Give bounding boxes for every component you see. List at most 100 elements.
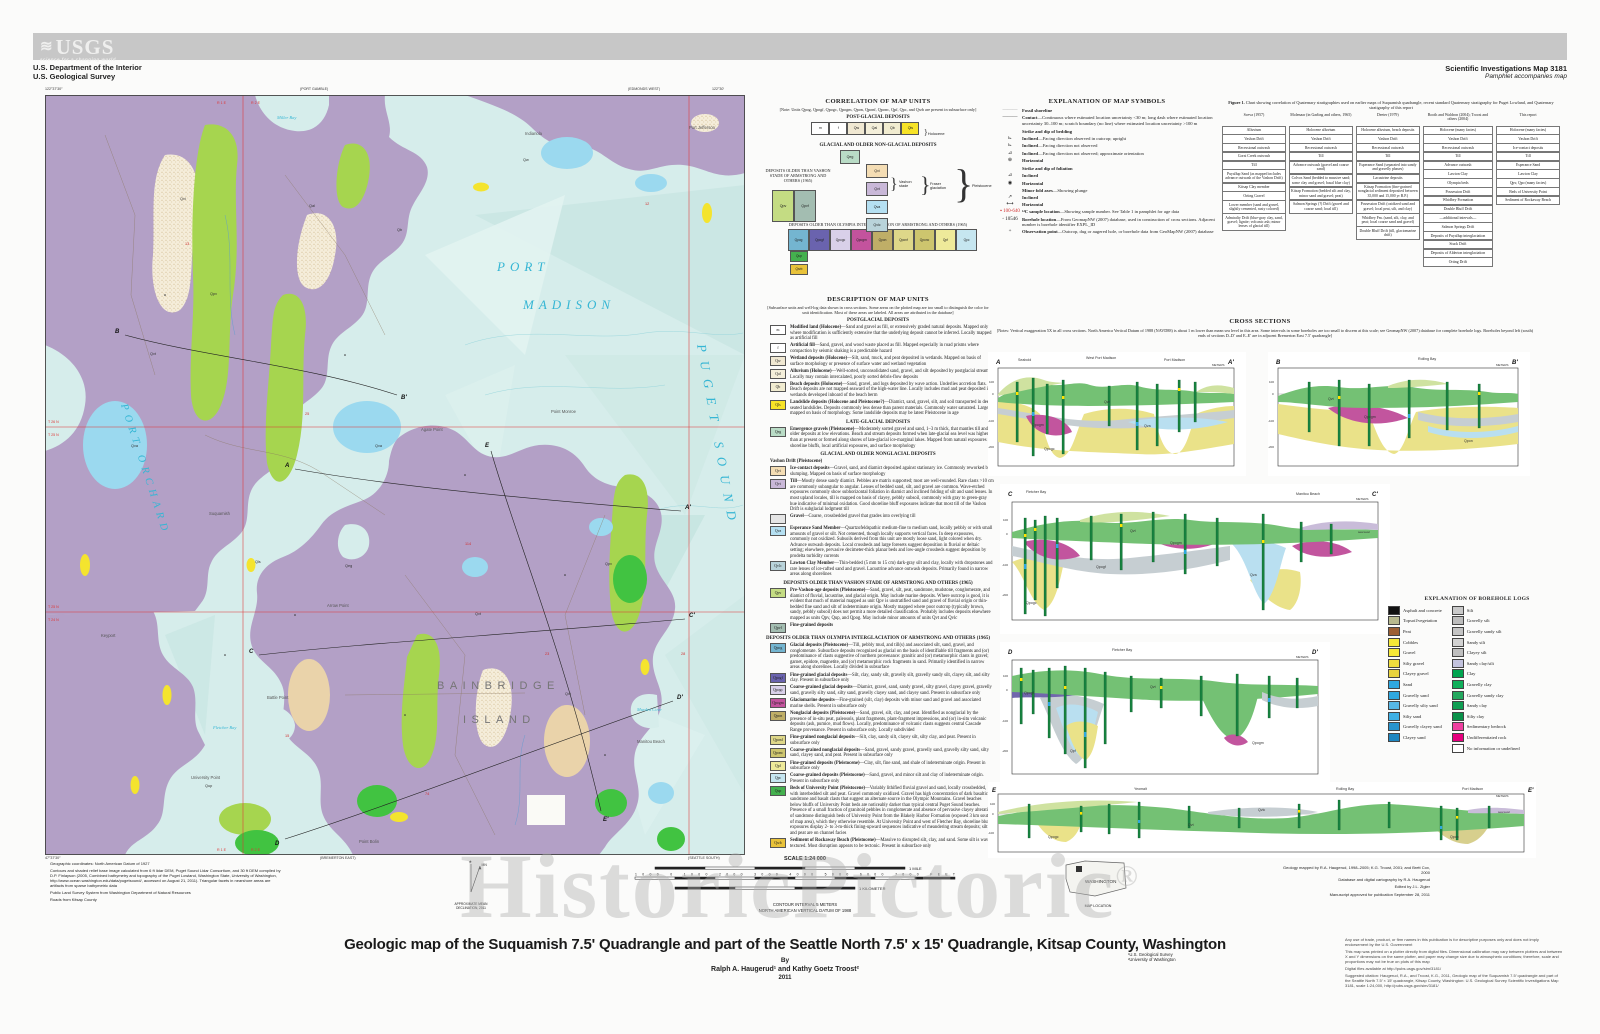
unit-box: Qsrb bbox=[790, 264, 808, 275]
svg-text:74: 74 bbox=[425, 792, 429, 796]
svg-text:Qvlc: Qvlc bbox=[1258, 808, 1265, 812]
svg-text:Qpogm: Qpogm bbox=[1032, 423, 1044, 427]
svg-text:Qvt: Qvt bbox=[1188, 823, 1194, 827]
legend-row: Silty clay bbox=[1452, 711, 1520, 722]
neighbor-bottom-left: (BREMERTON EAST) bbox=[320, 856, 356, 860]
svg-text:Qpogm: Qpogm bbox=[1170, 541, 1182, 545]
legend-row: Sedimentary bedrock bbox=[1452, 722, 1520, 733]
svg-text:Indianola: Indianola bbox=[525, 131, 543, 136]
unit-box: Qpog bbox=[788, 229, 809, 251]
locator-caption: MAP LOCATION bbox=[1063, 904, 1133, 908]
vashon-diagram: Qeg QviQvtQvaQvlc } Vashon stade } Frase… bbox=[762, 150, 994, 222]
svg-text:Rolling Bay: Rolling Bay bbox=[1336, 787, 1354, 791]
base-credits: Geographic coordinates: North American D… bbox=[50, 862, 285, 906]
section-endpoint: A′ bbox=[684, 505, 691, 511]
svg-text:12: 12 bbox=[645, 202, 649, 206]
unit-box: Qpvf bbox=[794, 190, 816, 222]
unit-box: Qpf bbox=[935, 229, 956, 251]
svg-text:Seabold: Seabold bbox=[1018, 358, 1031, 362]
svg-text:Qvt: Qvt bbox=[1150, 685, 1156, 689]
symbol-glyph-icon: ——— bbox=[998, 115, 1022, 126]
map-unit-entry: Gravel—Coarse, crossbedded gravel that g… bbox=[762, 514, 994, 524]
svg-text:A: A bbox=[995, 360, 1000, 366]
svg-text:100: 100 bbox=[1269, 380, 1274, 384]
island-label: ISLAND bbox=[463, 714, 536, 726]
svg-text:100: 100 bbox=[1003, 518, 1008, 522]
unit-chip: Qsrb bbox=[770, 838, 786, 848]
symbol-glyph-icon bbox=[998, 188, 1022, 193]
section-endpoint: C bbox=[249, 649, 254, 655]
water-label-fletcher-bay: Fletcher Bay bbox=[212, 725, 236, 730]
author-footnotes: ¹U.S. Geological Survey ²University of W… bbox=[1128, 952, 1176, 962]
heading-older-olympia: DEPOSITS OLDER THAN OLYMPIA INTERGLACIAT… bbox=[762, 636, 994, 641]
fine-print-line: Any use of trade, product, or firm names… bbox=[1345, 938, 1563, 948]
legend-swatch bbox=[1388, 648, 1400, 657]
credit-line: Roads from Kitsap County bbox=[50, 898, 285, 903]
legend-row: Sandy clay bbox=[1452, 700, 1520, 711]
unit-chip: Qpogc bbox=[770, 685, 786, 695]
credit-line: Geographic coordinates: North American D… bbox=[50, 862, 285, 867]
title-block: Geologic map of the Suquamish 7.5' Quadr… bbox=[300, 936, 1270, 981]
svg-text:0: 0 bbox=[992, 812, 994, 816]
header-band bbox=[33, 33, 1567, 60]
map-unit-entry: QpcCoarse-grained deposits (Pleistocene)… bbox=[762, 773, 994, 784]
figure1-col-thisreport: This report Holocene (many facies)Vashon… bbox=[1496, 113, 1560, 205]
heading-vashon: Vashon Drift (Pleistocene) bbox=[770, 459, 994, 465]
unit-box: Qal bbox=[865, 122, 883, 135]
map-unit-entry: QupBeds of University Point (Pleistocene… bbox=[762, 786, 994, 836]
fine-print: Any use of trade, product, or firm names… bbox=[1345, 938, 1563, 991]
legend-row: Sandy clay/silt bbox=[1452, 658, 1520, 669]
figure1-cell: Colvos Sand (bedded to massive sand; som… bbox=[1289, 174, 1353, 188]
section-endpoint: D bbox=[275, 841, 280, 847]
legend-swatch bbox=[1388, 627, 1400, 636]
map-unit-entry: QpvfFine-grained deposits bbox=[762, 623, 994, 633]
symbols-title: EXPLANATION OF MAP SYMBOLS bbox=[998, 98, 1216, 105]
svg-text:Battle Point: Battle Point bbox=[267, 695, 289, 700]
unit-chip: Qpog bbox=[770, 643, 786, 653]
svg-text:METERS: METERS bbox=[1496, 794, 1509, 798]
corner-coord-bl: 47°37′30″ bbox=[45, 856, 60, 860]
map-unit-entry: QpogfFine-grained glacial deposits—Silt,… bbox=[762, 673, 994, 684]
symbol-glyph-icon: ◉ bbox=[998, 181, 1022, 186]
svg-text:100: 100 bbox=[990, 802, 995, 806]
symbol-glyph-icon: ⟷ bbox=[998, 202, 1022, 207]
svg-text:Qvi: Qvi bbox=[180, 197, 186, 201]
legend-row: Gravelly clay bbox=[1452, 679, 1520, 690]
washington-outline-icon: WASHINGTON bbox=[1063, 858, 1129, 898]
map-unit-entry: QvlcLawton Clay Member—Thin-bedded (5 mm… bbox=[762, 561, 994, 578]
svg-text:100: 100 bbox=[989, 380, 994, 384]
usgs-logo-text: USGS bbox=[56, 35, 115, 59]
unit-chip: Qb bbox=[770, 382, 786, 392]
map-unit-entry: fArtificial fill—Sand, gravel, and wood … bbox=[762, 343, 994, 354]
authors: Ralph A. Haugerud¹ and Kathy Goetz Troos… bbox=[300, 966, 1270, 973]
legend-swatch bbox=[1452, 712, 1464, 721]
grid-label: R 2 E bbox=[251, 848, 261, 852]
svg-text:Qvt: Qvt bbox=[475, 612, 482, 616]
corner-coord-tr: 122°30′ bbox=[712, 87, 724, 91]
legend-row: Silty sand bbox=[1388, 711, 1442, 722]
svg-text:Suquamish: Suquamish bbox=[209, 511, 231, 516]
unit-box: Qw bbox=[847, 122, 865, 135]
svg-text:Port Jefferson: Port Jefferson bbox=[689, 125, 716, 130]
legend-row: Undifferentiated rock bbox=[1452, 732, 1520, 743]
survey-line: U.S. Geological Survey bbox=[33, 73, 142, 82]
section-endpoint: A bbox=[284, 463, 289, 469]
symbol-glyph-icon: ——— bbox=[998, 108, 1022, 113]
map-title: Geologic map of the Suquamish 7.5' Quadr… bbox=[300, 936, 1270, 953]
legend-swatch bbox=[1388, 701, 1400, 710]
legend-swatch bbox=[1388, 616, 1400, 625]
map-unit-entry: QalAlluvium (Holocene)—Well-sorted, unco… bbox=[762, 369, 994, 380]
svg-text:Qvt: Qvt bbox=[150, 352, 157, 356]
figure1-cell: Sediment of Rockaway Beach bbox=[1496, 196, 1560, 205]
symbol-row: ⊿Inclined—Facing direction not observed;… bbox=[998, 151, 1216, 156]
water-label-port-madison: MADISON bbox=[522, 297, 615, 312]
legend-row: Sand bbox=[1388, 679, 1442, 690]
svg-text:Qw: Qw bbox=[523, 158, 529, 162]
symbol-row: ⟷Horizontal bbox=[998, 202, 1216, 207]
credit-line: Edited by J.L. Zigler bbox=[1280, 885, 1430, 890]
explanation-of-borehole-logs: EXPLANATION OF BOREHOLE LOGS Asphalt and… bbox=[1388, 596, 1566, 753]
legend-swatch bbox=[1388, 712, 1400, 721]
svg-text:Qpv: Qpv bbox=[210, 292, 217, 296]
svg-text:MN: MN bbox=[482, 863, 488, 867]
legend-row: Gravelly clayey sand bbox=[1388, 722, 1442, 733]
